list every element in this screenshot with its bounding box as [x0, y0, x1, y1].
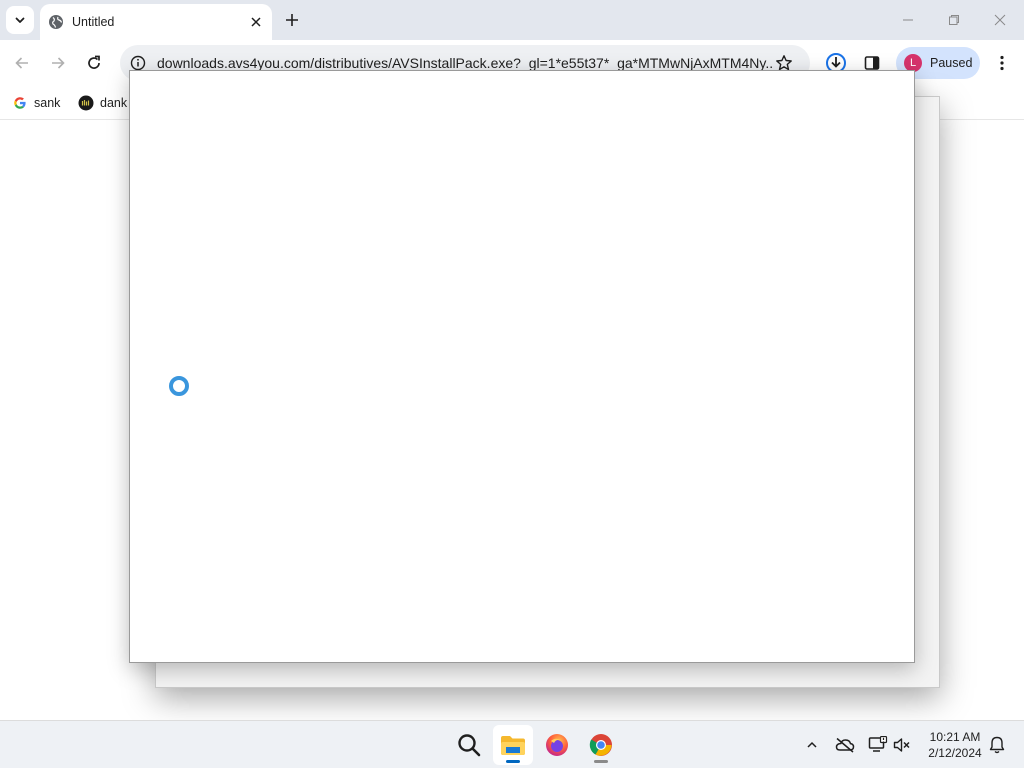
back-button[interactable]: [8, 49, 36, 77]
onedrive-offline-button[interactable]: [833, 733, 857, 757]
show-hidden-icons-button[interactable]: [800, 733, 824, 757]
chevron-down-icon: [15, 17, 25, 23]
globe-icon: [48, 14, 64, 30]
bell-icon: [989, 736, 1005, 754]
notifications-button[interactable]: [985, 733, 1009, 757]
search-icon: [458, 734, 481, 757]
taskbar-clock[interactable]: 10:21 AM 2/12/2024: [918, 729, 992, 761]
clock-date: 2/12/2024: [928, 746, 982, 760]
open-app-indicator: [594, 760, 608, 763]
chevron-up-icon: [807, 741, 817, 748]
network-disconnected-icon: [868, 736, 888, 752]
bookmark-dank[interactable]: dank: [78, 92, 127, 114]
google-icon: [12, 95, 28, 111]
reload-button[interactable]: [80, 49, 108, 77]
taskbar-search-button[interactable]: [449, 725, 489, 765]
volume-muted-icon: [893, 738, 910, 752]
side-panel-icon: [864, 56, 880, 70]
bookmark-label: sank: [34, 96, 61, 110]
chrome-icon: [589, 734, 612, 756]
menu-button[interactable]: [988, 49, 1016, 77]
close-window-button[interactable]: [980, 6, 1020, 34]
loading-spinner-icon: [169, 376, 189, 396]
taskbar: 10:21 AM 2/12/2024: [0, 720, 1024, 768]
tab-search-button[interactable]: [6, 6, 34, 34]
installer-window[interactable]: [129, 70, 915, 663]
reload-icon: [88, 55, 100, 69]
volume-button[interactable]: [890, 733, 914, 757]
arrow-left-icon: [15, 57, 28, 69]
taskbar-chrome[interactable]: [581, 725, 621, 765]
restore-icon: [949, 15, 959, 25]
taskbar-file-explorer[interactable]: [493, 725, 533, 765]
url-text[interactable]: downloads.avs4you.com/distributives/AVSI…: [157, 55, 772, 71]
network-button[interactable]: [866, 733, 890, 757]
profile-status-label: Paused: [930, 56, 973, 70]
clock-time: 10:21 AM: [929, 730, 981, 744]
restore-button[interactable]: [934, 6, 974, 34]
bookmark-label: dank: [100, 96, 128, 110]
tab-title: Untitled: [72, 15, 115, 29]
folder-icon: [501, 736, 525, 755]
arrow-right-icon: [52, 57, 65, 69]
minimize-icon: [903, 19, 913, 21]
new-tab-button[interactable]: [280, 8, 304, 32]
tab-close-button[interactable]: [246, 12, 266, 32]
bookmark-sank[interactable]: sank: [12, 92, 60, 114]
tab-untitled[interactable]: Untitled: [40, 4, 272, 40]
dank-icon: [78, 95, 94, 111]
firefox-icon: [546, 734, 568, 756]
plus-icon: [286, 14, 298, 26]
forward-button[interactable]: [44, 49, 72, 77]
tab-strip: Untitled: [0, 0, 1024, 40]
close-icon: [251, 17, 261, 27]
more-vert-icon: [1000, 55, 1004, 71]
active-app-indicator: [506, 760, 520, 763]
cloud-offline-icon: [835, 737, 855, 753]
minimize-button[interactable]: [888, 6, 928, 34]
taskbar-firefox[interactable]: [537, 725, 577, 765]
close-icon: [994, 14, 1006, 26]
